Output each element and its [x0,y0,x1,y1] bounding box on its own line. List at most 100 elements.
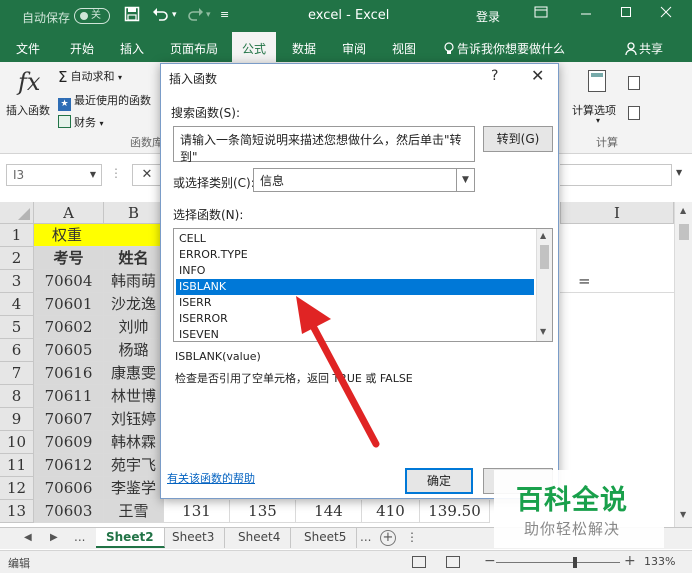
sheet-tab-sheet3[interactable]: Sheet3 [162,528,226,548]
minimize-icon[interactable] [580,6,592,22]
list-item[interactable]: ERROR.TYPE [176,247,534,263]
function-help-link[interactable]: 有关该函数的帮助 [167,470,255,486]
table-cell[interactable]: 70604 [34,270,104,293]
formula-input[interactable] [560,164,672,186]
calc-options-dropdown-icon[interactable]: ▾ [596,116,600,125]
tab-view[interactable]: 视图 [392,40,416,57]
tab-data[interactable]: 数据 [292,40,316,57]
scroll-thumb[interactable] [679,224,689,240]
function-list-scrollbar[interactable]: ▲ ▼ [536,229,552,341]
scroll-down-icon[interactable]: ▼ [680,510,686,519]
list-item[interactable]: ISERROR [176,311,534,327]
list-item[interactable]: CELL [176,231,534,247]
zoom-in-icon[interactable]: + [624,553,636,569]
login-button[interactable]: 登录 [476,8,500,25]
share-button[interactable]: 共享 [625,40,663,57]
autosave-toggle[interactable]: 关 [74,8,110,24]
cancel-entry-button[interactable]: ✕ [132,164,162,186]
row-header[interactable]: 1 [0,224,34,247]
calc-options-button[interactable]: 计算选项 [572,102,616,118]
more-sheets-right[interactable]: ... [360,530,371,544]
recent-functions-button[interactable]: ★ 最近使用的函数 [58,92,151,111]
normal-view-icon[interactable] [412,556,426,568]
table-cell[interactable]: 沙龙逸 [104,293,164,316]
table-cell[interactable]: 韩林霖 [104,431,164,454]
ok-button[interactable]: 确定 [405,468,473,494]
calc-sheet-icon[interactable] [628,106,640,120]
sheet-tab-sheet2[interactable]: Sheet2 [96,528,165,548]
table-cell[interactable]: 144 [296,500,362,523]
sheet-tab-sheet4[interactable]: Sheet4 [228,528,292,548]
list-item[interactable]: ISEVEN [176,327,534,341]
row-header[interactable]: 12 [0,477,34,500]
table-cell[interactable]: 林世博 [104,385,164,408]
table-cell[interactable]: 杨璐 [104,339,164,362]
tab-split-grip-icon[interactable]: ⋮ [406,530,418,544]
table-cell[interactable]: 70611 [34,385,104,408]
list-item[interactable]: INFO [176,263,534,279]
row-header[interactable]: 9 [0,408,34,431]
table-cell[interactable]: 410 [362,500,420,523]
row-header[interactable]: 10 [0,431,34,454]
table-cell[interactable]: 70609 [34,431,104,454]
redo-icon[interactable] [186,6,204,26]
tab-home[interactable]: 开始 [70,40,94,57]
search-function-input[interactable]: 请输入一条简短说明来描述您想做什么，然后单击"转到" [173,126,475,164]
cell-b2[interactable]: 姓名 [104,247,164,270]
table-cell[interactable]: 刘帅 [104,316,164,339]
table-cell[interactable]: 康惠雯 [104,362,164,385]
column-header-b[interactable]: B [104,202,164,224]
tab-file[interactable]: 文件 [16,40,40,57]
table-cell[interactable]: 70606 [34,477,104,500]
table-cell[interactable]: 135 [230,500,296,523]
tab-insert[interactable]: 插入 [120,40,144,57]
row-header[interactable]: 3 [0,270,34,293]
row-header[interactable]: 8 [0,385,34,408]
expand-formula-bar-icon[interactable]: ▼ [676,168,682,177]
list-scroll-thumb[interactable] [540,245,549,269]
category-select[interactable]: 信息 ▼ [253,168,475,192]
name-box[interactable]: I3 ▼ [6,164,102,186]
table-cell[interactable]: 70612 [34,454,104,477]
table-cell[interactable]: 70616 [34,362,104,385]
more-sheets-left[interactable]: ... [74,530,85,544]
table-cell[interactable]: 刘钰婷 [104,408,164,431]
row-header[interactable]: 6 [0,339,34,362]
scroll-up-icon[interactable]: ▲ [680,206,686,215]
sheet-tab-sheet5[interactable]: Sheet5 [294,528,358,548]
autosum-button[interactable]: Σ 自动求和 ▾ [58,68,122,86]
cell-a1[interactable]: 权重 [34,224,164,247]
zoom-level[interactable]: 133% [644,555,675,568]
row-header[interactable]: 7 [0,362,34,385]
row-header[interactable]: 11 [0,454,34,477]
cell-a2[interactable]: 考号 [34,247,104,270]
insert-function-button[interactable]: 插入函数 [6,102,50,118]
table-cell[interactable]: 李鉴学 [104,477,164,500]
name-box-dropdown-icon[interactable]: ▼ [90,170,96,179]
zoom-slider-thumb[interactable] [573,557,577,568]
customize-qat-icon[interactable]: ≡ [220,8,229,21]
tab-formulas[interactable]: 公式 [232,32,277,62]
cell-i3[interactable]: = [560,270,674,293]
zoom-slider[interactable] [496,562,620,563]
table-cell[interactable]: 韩雨萌 [104,270,164,293]
table-cell[interactable]: 70605 [34,339,104,362]
ribbon-display-icon[interactable] [534,6,548,22]
maximize-icon[interactable] [620,6,632,22]
fx-icon[interactable]: fx [18,68,40,96]
table-cell[interactable]: 70603 [34,500,104,523]
list-item[interactable]: ISERR [176,295,534,311]
zoom-out-icon[interactable]: − [484,553,496,569]
table-cell[interactable]: 苑宇飞 [104,454,164,477]
page-layout-view-icon[interactable] [446,556,460,568]
row-header[interactable]: 4 [0,293,34,316]
vertical-scrollbar[interactable]: ▲ ▼ [674,202,692,527]
select-all-corner[interactable] [0,202,34,224]
redo-dropdown-icon[interactable]: ▾ [206,10,211,20]
add-sheet-button[interactable]: + [380,530,396,546]
prev-sheet-icon[interactable]: ◀ [24,532,32,543]
chevron-down-icon[interactable]: ▼ [456,169,474,191]
save-icon[interactable] [124,6,140,26]
next-sheet-icon[interactable]: ▶ [50,532,58,543]
tab-page-layout[interactable]: 页面布局 [170,40,218,57]
